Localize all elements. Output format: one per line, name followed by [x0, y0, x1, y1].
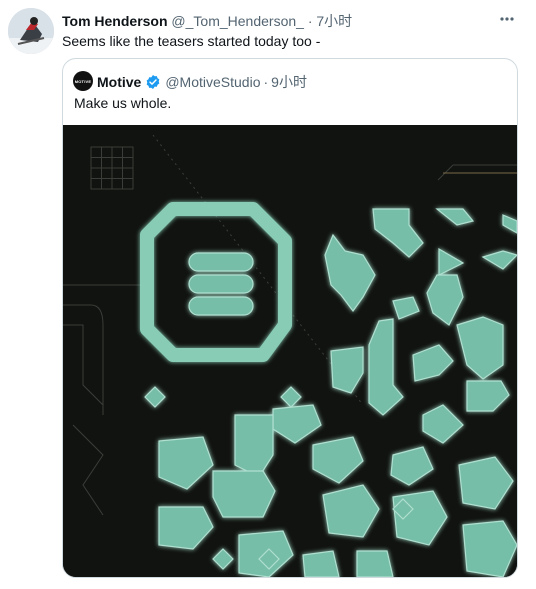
quote-separator-dot: ·	[263, 74, 269, 90]
media-image[interactable]	[63, 125, 517, 577]
quote-header: Motive @MotiveStudio · 9小时	[97, 72, 307, 92]
quote-author-handle[interactable]: @MotiveStudio	[165, 74, 260, 90]
quote-time[interactable]: 9小时	[271, 72, 307, 92]
teaser-image	[63, 125, 517, 577]
verified-badge-icon	[145, 74, 161, 90]
quote-avatar-text: MOTIVE	[74, 78, 92, 84]
quote-author-name[interactable]: Motive	[97, 74, 141, 90]
tweet-header: Tom Henderson @_Tom_Henderson_ · 7小时	[62, 11, 352, 31]
author-avatar[interactable]	[8, 8, 54, 54]
author-handle[interactable]: @_Tom_Henderson_	[171, 13, 304, 29]
avatar-photo	[8, 8, 54, 54]
tweet-text: Seems like the teasers started today too…	[62, 33, 321, 49]
more-icon	[500, 17, 514, 21]
separator-dot: ·	[307, 13, 313, 29]
quote-text: Make us whole.	[74, 95, 172, 111]
quoted-tweet[interactable]: MOTIVE Motive @MotiveStudio · 9小时 Make u…	[62, 58, 518, 578]
quote-avatar[interactable]: MOTIVE	[73, 71, 93, 91]
author-name[interactable]: Tom Henderson	[62, 13, 168, 29]
tweet-time[interactable]: 7小时	[316, 13, 352, 29]
tweet[interactable]: Tom Henderson @_Tom_Henderson_ · 7小时 See…	[0, 0, 536, 589]
more-button[interactable]	[496, 8, 518, 30]
